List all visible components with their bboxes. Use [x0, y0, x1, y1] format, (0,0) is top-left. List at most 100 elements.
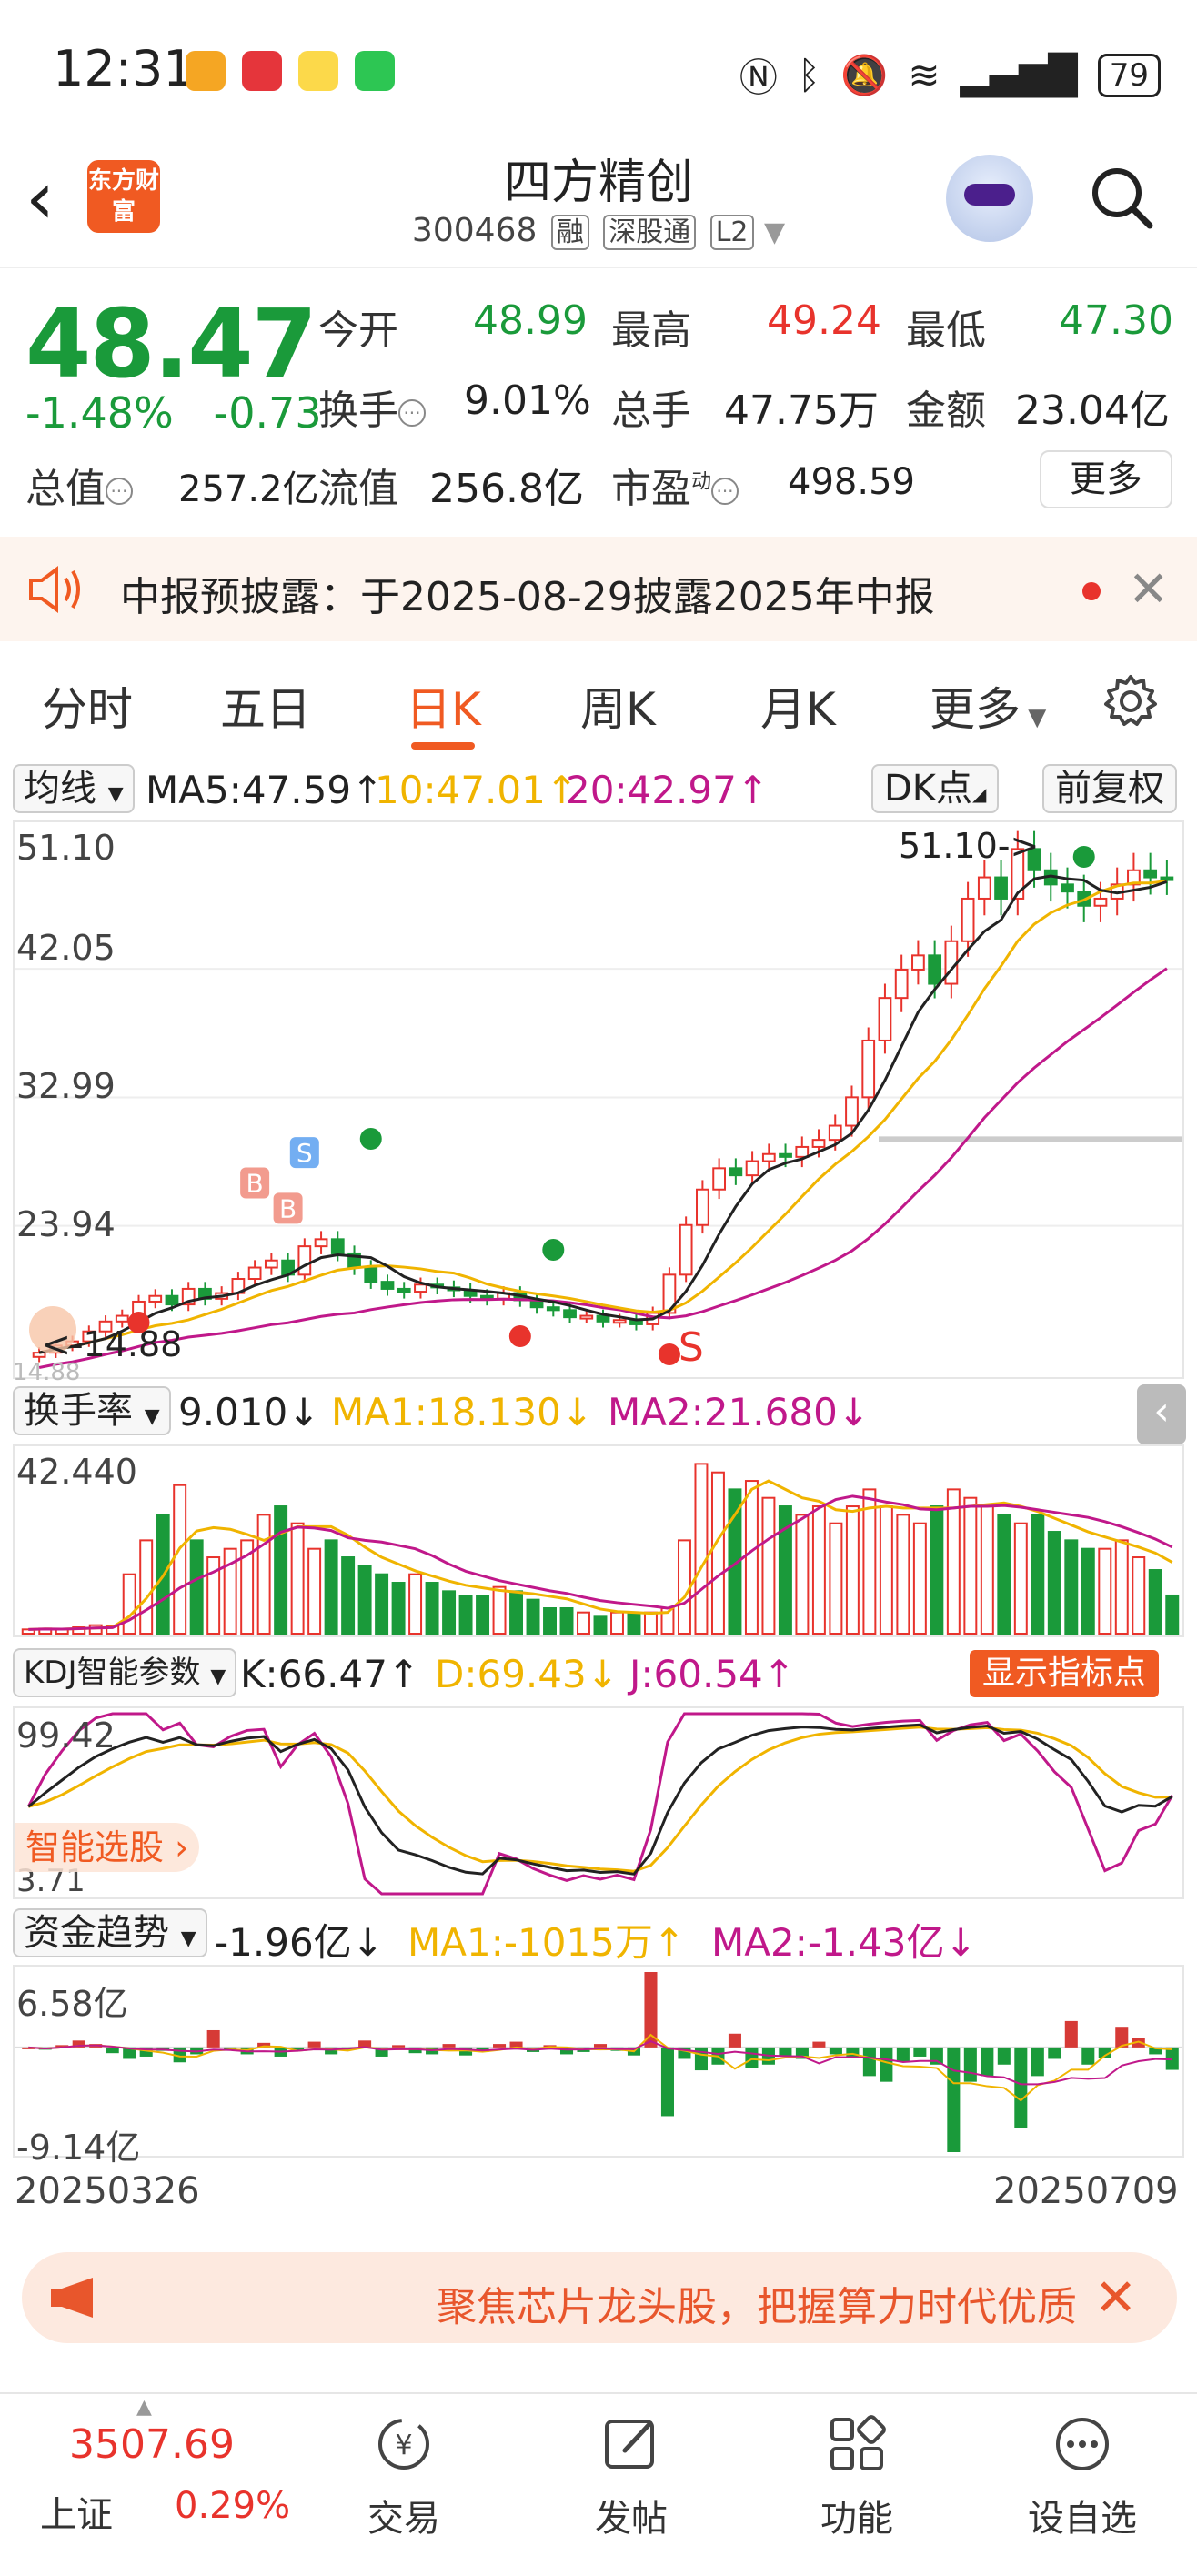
nav-functions[interactable]: 功能: [784, 2412, 930, 2541]
turnover-value: 9.01%: [464, 377, 591, 424]
turnover-bar: [744, 1480, 759, 1635]
kdj-chart[interactable]: 99.42 3.71 智能选股 ›: [13, 1706, 1184, 1899]
info-icon[interactable]: ···: [106, 478, 133, 505]
nav-add-watchlist[interactable]: 设自选: [1010, 2412, 1155, 2541]
nav-post-label: 发帖: [595, 2498, 668, 2540]
turnover-label[interactable]: 换手 ···: [318, 377, 426, 436]
turnover-bar: [290, 1522, 305, 1635]
promo-text[interactable]: 聚焦芯片龙头股，把握算力时代优质: [437, 2274, 1077, 2332]
candle: [414, 1283, 428, 1293]
index-ticker[interactable]: ▲ 3507.69 上证 0.29%: [0, 2394, 290, 2576]
wechat-icon: [355, 51, 395, 91]
fund-bar: [829, 2047, 842, 2055]
caret-down-icon: ▼: [1021, 704, 1047, 731]
fund-bar: [745, 2047, 759, 2068]
turnover-svg[interactable]: [15, 1446, 1182, 1635]
turnover-bar: [694, 1463, 709, 1635]
edit-icon: [605, 2420, 654, 2469]
kdj-svg[interactable]: [15, 1708, 1182, 1897]
fund-bar: [1031, 2047, 1044, 2077]
turnover-bar: [710, 1471, 725, 1635]
candle: [314, 1238, 328, 1248]
index-value: 3507.69: [69, 2421, 235, 2468]
gear-icon[interactable]: [1102, 673, 1159, 730]
amount-value: 23.04亿: [1015, 387, 1170, 434]
tab-daily-k[interactable]: 日K: [406, 673, 481, 739]
nav-trade[interactable]: ¥ 交易: [331, 2412, 477, 2541]
search-icon[interactable]: [1088, 164, 1155, 231]
fund-svg[interactable]: [15, 1967, 1182, 2156]
kdj-selector[interactable]: KDJ智能参数 ▼: [13, 1648, 237, 1697]
stock-header: ‹ 东方财富 四方精创 300468 融 深股通 L2 ▼: [0, 136, 1197, 268]
system-icons: Ⓝ ᛒ 🔕 ≋ ▂▄▆█ 79: [739, 47, 1161, 103]
close-icon[interactable]: ✕: [1094, 2269, 1137, 2328]
adjust-button[interactable]: 前复权: [1042, 764, 1177, 813]
down-arrow-icon: [1072, 846, 1095, 868]
change-amount: -0.73: [213, 388, 322, 438]
nav-post[interactable]: 发帖: [558, 2412, 704, 2541]
signal-label: S: [297, 1138, 313, 1168]
smart-pick-button[interactable]: 智能选股 ›: [15, 1823, 200, 1872]
tab-monthly-k[interactable]: 月K: [760, 673, 836, 739]
fund-bar: [442, 2044, 456, 2048]
notification-app-icon: [186, 51, 226, 91]
margin-tag: 融: [550, 215, 589, 250]
candle: [712, 1167, 727, 1191]
turnover-bar: [139, 1539, 154, 1635]
tab-more[interactable]: 更多 ▼: [930, 673, 1046, 739]
price-change: -1.48% -0.73: [25, 388, 322, 438]
tab-intraday[interactable]: 分时: [42, 673, 133, 739]
y-tick: 32.99: [16, 1066, 116, 1106]
turnover-selector[interactable]: 换手率 ▼: [13, 1386, 171, 1435]
promo-banner[interactable]: 聚焦芯片龙头股，把握算力时代优质 ✕: [22, 2252, 1177, 2343]
turnover-bar: [1081, 1547, 1095, 1635]
high-marker: 51.10->: [899, 826, 1040, 866]
pe-label[interactable]: 市盈动 ···: [611, 456, 739, 514]
turnover-bar: [307, 1547, 322, 1635]
turnover-chart[interactable]: 42.440: [13, 1444, 1184, 1637]
volume-label: 总手: [611, 387, 691, 434]
turnover-bar: [509, 1590, 524, 1635]
notice-text[interactable]: 中报预披露：于2025-08-29披露2025年中报: [120, 564, 935, 622]
ai-assistant-icon[interactable]: [946, 155, 1033, 242]
turnover-bar: [593, 1615, 608, 1635]
caret-up-icon: ▲: [136, 2396, 152, 2419]
ma-selector[interactable]: 均线 ▼: [13, 764, 135, 813]
y-tick: 23.94: [16, 1204, 116, 1244]
kline-svg[interactable]: BBSS: [15, 822, 1182, 1377]
candle: [994, 876, 1008, 900]
info-icon[interactable]: ···: [398, 399, 426, 427]
turnover-ma1: MA1:18.130↓: [331, 1390, 594, 1434]
mktcap-label[interactable]: 总值 ···: [25, 456, 133, 514]
fund-ma2: MA2:-1.43亿↓: [711, 1920, 977, 1965]
fund-selector[interactable]: 资金趋势 ▼: [13, 1908, 207, 1957]
fund-bar: [862, 2047, 876, 2077]
show-indicator-points-button[interactable]: 显示指标点: [970, 1650, 1160, 1697]
turnover-current: 9.010↓: [178, 1390, 320, 1434]
tab-weekly-k[interactable]: 周K: [580, 673, 656, 739]
kline-chart[interactable]: BBSS 51.10 42.05 32.99 23.94 <-14.88 51.…: [13, 820, 1184, 1386]
dk-point-button[interactable]: DK点◢: [871, 764, 1000, 813]
nav-functions-label: 功能: [820, 2498, 893, 2540]
turnover-bar: [1114, 1539, 1129, 1635]
candle: [330, 1238, 345, 1254]
tab-five-day[interactable]: 五日: [220, 673, 311, 739]
caret-down-icon[interactable]: ▼: [764, 216, 785, 248]
close-icon[interactable]: ✕: [1128, 560, 1169, 618]
fund-chart[interactable]: 6.58亿 -9.14亿: [13, 1965, 1184, 2168]
active-tab-indicator: [411, 742, 475, 750]
collapse-panel-icon[interactable]: ‹: [1137, 1384, 1186, 1444]
candle: [380, 1281, 395, 1290]
candle: [297, 1245, 312, 1276]
fund-bar: [913, 2047, 927, 2057]
low-label: 最低: [906, 307, 986, 354]
turnover-bar: [1148, 1569, 1162, 1635]
open-value: 48.99: [473, 297, 588, 344]
turnover-bar: [1098, 1547, 1112, 1635]
info-icon[interactable]: ···: [711, 478, 739, 505]
turnover-bar: [324, 1539, 338, 1635]
candle: [1061, 883, 1074, 893]
turnover-bar: [1064, 1539, 1079, 1635]
notice-bar[interactable]: 中报预披露：于2025-08-29披露2025年中报 ✕: [0, 537, 1197, 641]
more-quote-button[interactable]: 更多: [1040, 450, 1172, 508]
